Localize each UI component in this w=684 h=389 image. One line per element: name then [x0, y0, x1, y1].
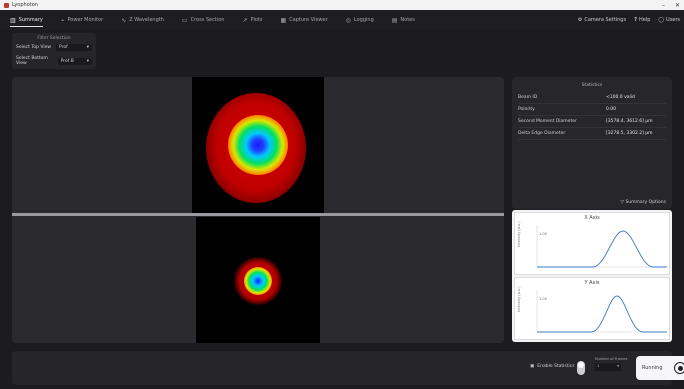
- x-peak-label: 1.00: [539, 232, 547, 236]
- frames-stepper[interactable]: 1 ▾: [595, 363, 621, 371]
- tab-logging[interactable]: ◎ Logging: [346, 10, 374, 30]
- x-plot-ylabel: Intensity (a.u.): [517, 221, 521, 247]
- gear-icon: ⚙: [577, 17, 583, 23]
- top-beam-image[interactable]: [192, 77, 324, 213]
- y-axis-plot: Y Axis Intensity (a.u.) 1.00: [514, 277, 670, 340]
- beam-image-stage: [12, 77, 504, 343]
- statistics-panel: Statistics Beam ID <100.0 valid Polarity 0…: [512, 77, 672, 209]
- top-view-dropdown[interactable]: Prof ▾: [56, 44, 92, 51]
- profile-plots: X Axis Intensity (a.u.) 1.00 Y Axis Inte…: [512, 210, 672, 342]
- run-button[interactable]: Running: [636, 356, 684, 380]
- view-divider[interactable]: [12, 213, 504, 216]
- tab-cross-section[interactable]: ▭ Cross Section: [182, 10, 225, 30]
- tab-plots[interactable]: ↗ Plots: [242, 10, 262, 30]
- window-title: Lyophoton: [12, 2, 38, 8]
- stat-row: Delta Edge Diameter [3278.5, 3302.2] µm: [518, 128, 666, 140]
- view-selector-panel: Filter Selection Select Top View Prof ▾ S…: [12, 33, 96, 69]
- summary-options-button[interactable]: ▽ Summary Options: [621, 200, 666, 205]
- bottom-view-dropdown[interactable]: Prof B ▾: [57, 57, 92, 65]
- user-icon: ◯: [658, 17, 664, 23]
- enable-statistics[interactable]: ▣ Enable Statistics: [530, 364, 575, 369]
- y-peak-label: 1.00: [539, 297, 547, 301]
- bottom-beam-image[interactable]: [196, 217, 320, 343]
- plot-icon: ↗: [242, 16, 248, 24]
- app-logo-icon: [4, 2, 9, 8]
- help-button[interactable]: ? Help: [634, 17, 650, 23]
- users-button[interactable]: ◯ Users: [658, 17, 680, 23]
- camera-settings-button[interactable]: ⚙ Camera Settings: [578, 17, 626, 23]
- window-titlebar: Lyophoton – ✕: [0, 0, 684, 10]
- help-icon: ?: [634, 17, 637, 23]
- y-plot-title: Y Axis: [584, 280, 600, 286]
- tab-z-wavelength[interactable]: ∿ Z Wavelength: [121, 10, 164, 30]
- beam-core: [228, 115, 288, 175]
- wave-icon: ∿: [121, 16, 127, 24]
- statistics-icon: ▣: [530, 364, 535, 369]
- x-profile-curve: [537, 230, 667, 268]
- top-view-selector: Select Top View Prof ▾: [16, 44, 92, 51]
- stat-row: Beam ID <100.0 valid: [518, 92, 666, 104]
- selector-header: Filter Selection: [37, 36, 71, 41]
- y-profile-curve: [537, 295, 667, 333]
- stat-row: Polarity 0.00: [518, 104, 666, 116]
- x-profile-chart: 1.00: [536, 225, 667, 268]
- chart-icon: ▥: [10, 16, 16, 24]
- bottom-view-selector: Select Bottom View Prof B ▾: [16, 56, 92, 66]
- frames-label: Number of Frames: [595, 357, 628, 361]
- stat-row: Second Moment Diameter [3578.4, 3612.6] µ…: [518, 116, 666, 128]
- tab-notes[interactable]: ▤ Notes: [392, 10, 415, 30]
- tab-power-monitor[interactable]: ⌁ Power Monitor: [61, 10, 103, 30]
- chevron-down-icon: ▾: [86, 58, 89, 64]
- section-icon: ▭: [181, 16, 188, 24]
- frames-control: Number of Frames 1 ▾: [595, 357, 627, 371]
- statistics-toggle[interactable]: [577, 361, 585, 375]
- notes-icon: ▤: [391, 16, 398, 24]
- beam-core: [244, 267, 272, 295]
- record-icon: [674, 362, 684, 374]
- log-icon: ◎: [345, 16, 351, 24]
- minimize-icon[interactable]: –: [662, 2, 665, 9]
- window-controls: – ✕: [662, 2, 680, 9]
- chevron-down-icon: ▾: [86, 45, 89, 50]
- bottom-control-bar: ▣ Enable Statistics Number of Frames 1 ▾ …: [12, 351, 684, 385]
- x-plot-title: X Axis: [584, 215, 600, 221]
- statistics-header: Statistics: [581, 83, 603, 88]
- x-axis-plot: X Axis Intensity (a.u.) 1.00: [514, 212, 670, 275]
- viewer-icon: ▦: [280, 16, 287, 24]
- y-plot-ylabel: Intensity (a.u.): [517, 286, 521, 312]
- right-navigation: ⚙ Camera Settings ? Help ◯ Users: [578, 10, 680, 30]
- tab-capture-viewer[interactable]: ▦ Capture Viewer: [281, 10, 328, 30]
- y-profile-chart: 1.00: [536, 290, 667, 333]
- sensor-icon: ⌁: [60, 16, 65, 24]
- chevron-down-icon: ▾: [617, 364, 619, 368]
- tab-summary[interactable]: ▥ Summary: [10, 10, 43, 30]
- close-icon[interactable]: ✕: [675, 2, 680, 9]
